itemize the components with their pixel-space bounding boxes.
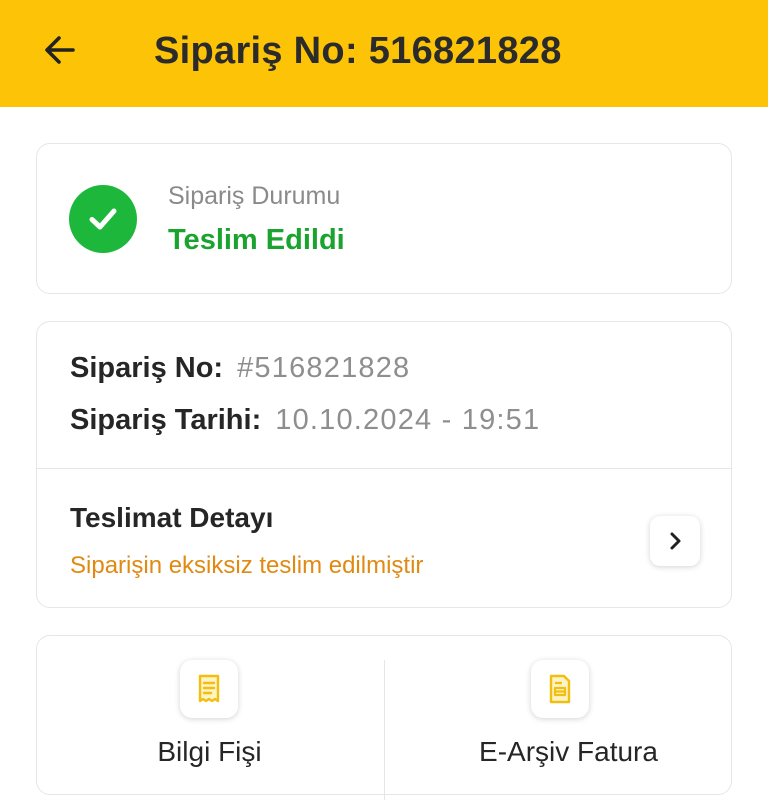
page-title: Sipariş No: 516821828 [154,30,562,72]
order-date-label: Sipariş Tarihi: [70,404,262,436]
order-date-value: 10.10.2024 - 19:51 [275,404,541,436]
order-status-value: Teslim Edildi [168,224,345,256]
divider [37,468,731,469]
order-date-row: Sipariş Tarihi: 10.10.2024 - 19:51 [70,404,540,437]
arrow-left-icon [45,36,75,64]
receipt-icon [180,660,238,718]
info-slip-label: Bilgi Fişi [157,736,262,767]
check-circle-icon [69,185,137,253]
order-info-card: Sipariş No: #516821828 Sipariş Tarihi: 1… [36,321,732,608]
order-number-label: Sipariş No: [70,352,224,384]
delivery-detail-subtitle: Siparişin eksiksiz teslim edilmiştir [70,552,424,579]
order-number-value: #516821828 [237,352,411,384]
top-app-bar: Sipariş No: 516821828 [0,0,768,107]
order-number-row: Sipariş No: #516821828 [70,352,410,385]
invoice-icon [531,660,589,718]
documents-card: Bilgi Fişi E-Arşiv Fatura [36,635,732,800]
chevron-right-icon [670,532,681,550]
info-slip-button[interactable]: Bilgi Fişi [37,636,384,796]
delivery-detail-title: Teslimat Detayı [70,502,274,533]
e-archive-invoice-label: E-Arşiv Fatura [479,736,658,767]
order-status-card: Sipariş Durumu Teslim Edildi [36,143,732,294]
order-status-label: Sipariş Durumu [168,182,341,210]
e-archive-invoice-button[interactable]: E-Arşiv Fatura [385,636,732,796]
delivery-detail-button[interactable] [650,516,700,566]
back-button[interactable] [36,26,84,74]
